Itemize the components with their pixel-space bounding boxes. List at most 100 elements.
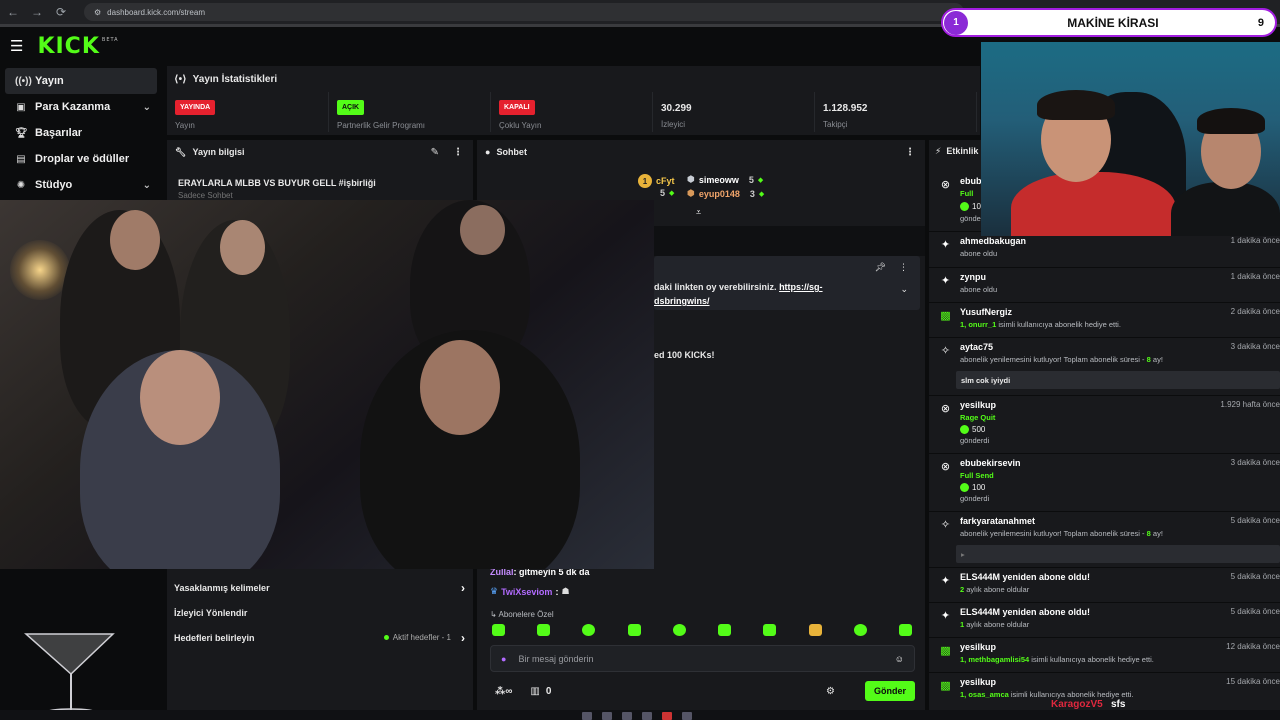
overlay-username: KaragozV5 [1051,699,1103,710]
mic-icon[interactable]: ● [501,654,506,664]
stat-label: Çoklu Yayın [499,121,542,130]
stat-viewers: 30.299 İzleyici [653,92,815,132]
sparkle-icon: ✦ [940,239,951,251]
edit-icon[interactable]: ✎ [431,147,439,158]
leaderboard-entry-2[interactable]: ⬢ simeoww 5 ◆ [687,174,763,185]
chat-username[interactable]: TwiXseviom [501,587,552,597]
emote-button[interactable] [763,624,777,636]
row-label: Yasaklanmış kelimeler [174,582,270,593]
emote-button[interactable] [672,624,686,636]
address-bar[interactable]: ⚙ dashboard.kick.com/stream [84,3,964,21]
more-icon[interactable]: ⋮ [453,147,463,158]
emote-button[interactable] [718,624,732,636]
emote-button[interactable] [492,624,505,636]
kick-logo[interactable]: KICK BETA [37,34,118,59]
stat-followers: 1.128.952 Takipçi [815,92,977,132]
pin-icon[interactable]: 📌︎ [875,262,886,273]
dollar-icon: ▣ [16,101,26,113]
reload-icon[interactable]: ⟳ [54,5,68,19]
kick-icon: ⊗ [940,461,951,473]
activity-item[interactable]: ✧ farkyaratanahmet 5 dakika önce aboneli… [929,512,1280,568]
taskbar-app-icon[interactable] [682,712,692,720]
taskbar-app-icon[interactable] [662,712,672,720]
leaderboard-entry-3[interactable]: ⬢ eyup0148 3 ◆ [687,188,764,199]
face [220,220,265,275]
row-label: İzleyici Yönlendir [174,607,248,618]
leaderboard-count-1: 5 ◆ [660,188,674,198]
face [110,210,160,270]
send-button[interactable]: Gönder [864,681,915,701]
taskbar-app-icon[interactable] [602,712,612,720]
site-info-icon[interactable]: ⚙ [94,8,101,17]
trophy-icon: 🏆︎ [15,127,28,139]
stat-multistream: KAPALI Çoklu Yayın [491,92,653,132]
widget-left-number: 1 [944,10,968,35]
menu-icon[interactable]: ☰ [10,37,23,55]
broadcast-icon: ((•)) [15,75,32,87]
emote-button[interactable] [808,624,822,636]
activity-item[interactable]: ✦ ELS444M yeniden abone oldu! 5 dakika ö… [929,568,1280,603]
donation-goal-widget: 1 MAKİNE KİRASI 9 [941,8,1277,37]
emote-button[interactable] [898,624,912,636]
sidebar-item-yayin[interactable]: ((•)) Yayın [5,68,157,94]
subscriber-icon: ↳ [490,610,497,619]
emote-section-label: ↳ Abonelere Özel [490,610,554,619]
activity-item[interactable]: ▩ yesilkup 12 dakika önce 1, methbagamli… [929,638,1280,673]
sidebar-item-droplar[interactable]: ▤ Droplar ve ödüller [5,146,157,172]
leaderboard-user: cFyt [656,176,675,186]
settings-icon[interactable]: ⚙ [826,686,835,697]
gem-icon: ◆ [757,176,764,184]
wrench-icon: 🔧︎ [175,146,187,157]
taskbar-app-icon[interactable] [622,712,632,720]
logo-text: KICK [37,33,100,59]
infinity-points-icon[interactable]: ⁂∞ [495,686,512,697]
more-icon[interactable]: ⋮ [899,262,908,273]
emote-button[interactable] [853,624,867,636]
back-icon[interactable]: ← [6,5,20,19]
taskbar-app-icon[interactable] [642,712,652,720]
emote-icon: ☗ [561,586,570,596]
activity-item[interactable]: ✧ aytac75 3 dakika önce abonelik yenilem… [929,338,1280,396]
pinned-line: daki linkten oy verebilirsiniz. [654,282,777,292]
viewer-counter[interactable]: ▥ 0 [530,686,551,697]
chevron-down-icon[interactable]: ⌄ [900,284,908,295]
activity-item[interactable]: ✦ ELS444M yeniden abone oldu! 5 dakika ö… [929,603,1280,638]
stats-row: YAYINDA Yayın AÇIK Partnerlik Gelir Prog… [167,92,980,132]
person-body [1171,182,1280,236]
celebration-icon: ✧ [940,519,951,531]
leaderboard-count: 3 [749,188,755,199]
sidebar-item-studyo[interactable]: ✺ Stüdyo ⌄ [5,172,157,198]
forward-icon[interactable]: → [30,5,44,19]
activity-item[interactable]: ▩ YusufNergiz 2 dakika önce 1, onurr_1 i… [929,303,1280,338]
chat-input[interactable]: ● Bir mesaj gönderin ☺ [490,645,915,672]
pinned-message: 📌︎ ⋮ ⌄ daki linkten oy verebilirsiniz. h… [654,256,920,310]
taskbar-app-icon[interactable] [582,712,592,720]
emote-button[interactable] [582,624,596,636]
banned-words-row[interactable]: Yasaklanmış kelimeler › [167,575,473,600]
emote-button[interactable] [537,624,551,636]
pinned-link[interactable]: dsbringwins/ [654,296,710,306]
set-goals-row[interactable]: Hedefleri belirleyin Aktif hedefler - 1 … [167,625,473,650]
activity-item[interactable]: ▩ yesilkup 15 dakika önce 1, osas_amca i… [929,673,1280,710]
emoji-picker-icon[interactable]: ☺ [895,654,904,664]
more-icon[interactable]: ⋮ [905,147,915,158]
stats-header: ⟨•⟩ Yayın İstatistikleri [167,66,980,92]
activity-item[interactable]: ✦ zynpu 1 dakika önce abone oldu [929,268,1280,303]
pinned-link[interactable]: https://sg- [779,282,823,292]
celebration-icon: ✧ [940,345,951,357]
logo-beta-tag: BETA [101,36,119,43]
activity-item[interactable]: ✦ ahmedbakugan 1 dakika önce abone oldu [929,232,1280,268]
expand-leaderboard-icon[interactable]: ⩡ [696,207,701,218]
stat-value: 30.299 [661,103,692,114]
activity-item[interactable]: ⊗ yesilkup 1.929 hafta önce Rage Quit 50… [929,396,1280,454]
viewer-redirect-row[interactable]: İzleyici Yönlendir [167,600,473,625]
emote-button[interactable] [627,624,641,636]
sidebar-item-basarilar[interactable]: 🏆︎ Başarılar [5,120,157,146]
sidebar-item-para-kazanma[interactable]: ▣ Para Kazanma ⌄ [5,94,157,120]
leaderboard-entry-1[interactable]: 1 cFyt [638,174,675,188]
chat-message: ♛ TwiXseviom: ☗ [490,586,570,597]
leaderboard-user: simeoww [698,174,739,185]
activity-item[interactable]: ⊗ ebubekirsevin 3 dakika önce Full Send … [929,454,1280,512]
taskbar-icons [582,712,692,720]
chat-input-placeholder: Bir mesaj gönderin [518,653,594,664]
